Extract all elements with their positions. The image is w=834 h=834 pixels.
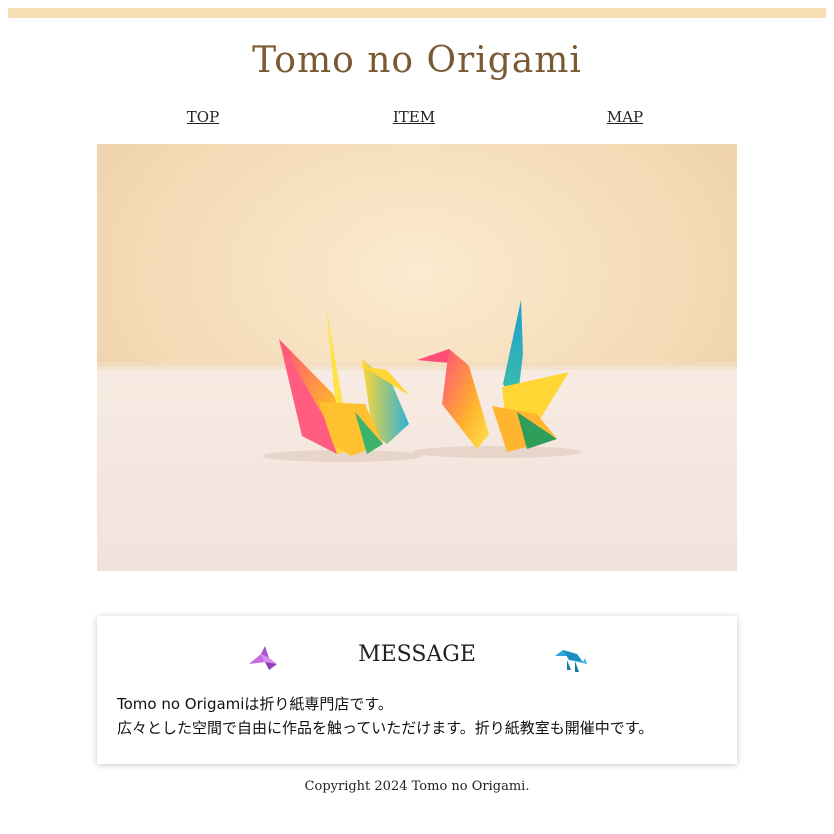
nav-link-map[interactable]: MAP	[607, 108, 643, 126]
message-title: MESSAGE	[358, 642, 476, 667]
footer-copyright: Copyright 2024 Tomo no Origami.	[304, 779, 530, 794]
origami-cranes-photo	[97, 144, 737, 571]
message-card: MESSAGE Tomo no Origamiは折り紙専門店です。 広々とした空…	[97, 616, 737, 764]
main-nav: TOP ITEM MAP	[0, 108, 834, 132]
nav-link-item[interactable]: ITEM	[393, 108, 435, 126]
nav-link-top[interactable]: TOP	[187, 108, 219, 126]
message-body: Tomo no Origamiは折り紙専門店です。 広々とした空間で自由に作品を…	[117, 692, 717, 740]
hero-image	[97, 144, 737, 571]
message-line-2: 広々とした空間で自由に作品を触っていただけます。折り紙教室も開催中です。	[117, 719, 654, 737]
blue-origami-dinosaur-icon	[555, 646, 587, 678]
site-title: Tomo no Origami	[252, 40, 582, 81]
top-accent-bar	[8, 8, 826, 18]
message-line-1: Tomo no Origamiは折り紙専門店です。	[117, 695, 393, 713]
